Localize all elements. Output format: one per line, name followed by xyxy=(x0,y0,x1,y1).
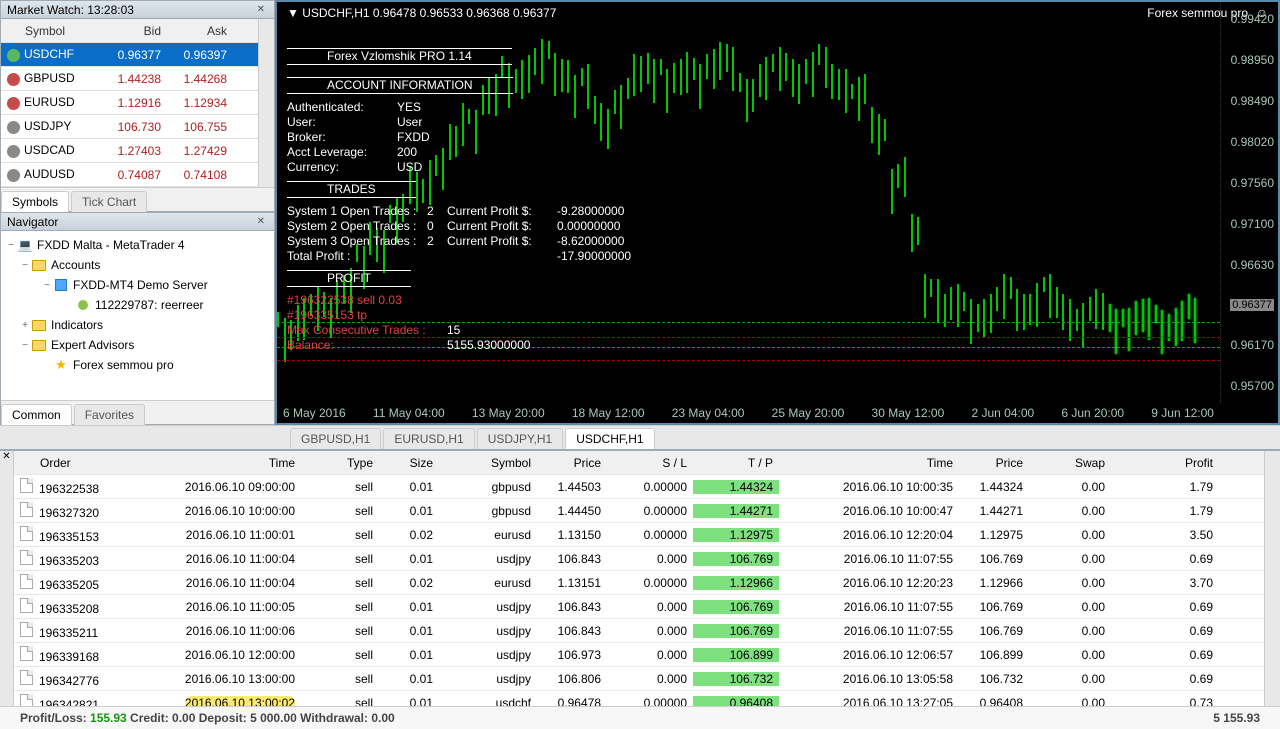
table-row[interactable]: 196339168 2016.06.10 12:00:00 sell 0.01 … xyxy=(14,643,1264,667)
document-icon xyxy=(20,526,33,541)
symbol-icon xyxy=(7,169,20,182)
document-icon xyxy=(20,694,33,707)
chart-window[interactable]: ▼ USDCHF,H1 0.96478 0.96533 0.96368 0.96… xyxy=(275,0,1280,425)
symbol-icon xyxy=(7,145,20,158)
table-row[interactable]: 196335211 2016.06.10 11:00:06 sell 0.01 … xyxy=(14,619,1264,643)
col-price[interactable]: Price xyxy=(537,456,607,470)
terminal-icon: 💻 xyxy=(17,237,33,253)
table-row[interactable]: 196322538 2016.06.10 09:00:00 sell 0.01 … xyxy=(14,475,1264,499)
star-icon: ★ xyxy=(53,357,69,373)
document-icon xyxy=(20,502,33,517)
table-row[interactable]: 196335205 2016.06.10 11:00:04 sell 0.02 … xyxy=(14,571,1264,595)
document-icon xyxy=(20,622,33,637)
folder-icon xyxy=(31,317,47,333)
navigator-panel: Navigator ✕ −💻FXDD Malta - MetaTrader 4 … xyxy=(0,212,275,425)
document-icon xyxy=(20,646,33,661)
symbol-icon xyxy=(7,121,20,134)
col-symbol[interactable]: Symbol xyxy=(1,24,101,38)
nav-indicators[interactable]: +Indicators xyxy=(1,315,274,335)
col-symbol[interactable]: Symbol xyxy=(439,456,537,470)
document-icon xyxy=(20,670,33,685)
close-icon[interactable]: ✕ xyxy=(254,4,268,15)
col-swap[interactable]: Swap xyxy=(1029,456,1111,470)
col-tp[interactable]: T / P xyxy=(693,456,779,470)
market-watch-title: Market Watch: 13:28:03 xyxy=(7,3,134,17)
market-watch-row[interactable]: USDCHF0.963770.96397 xyxy=(1,43,258,67)
folder-icon xyxy=(31,337,47,353)
overlay-section-profit: PROFIT xyxy=(287,270,411,287)
navigator-tabs: Common Favorites xyxy=(1,400,274,424)
market-watch-title-bar[interactable]: Market Watch: 13:28:03 ✕ xyxy=(1,1,274,19)
price-scale: 0.994200.989500.984900.980200.975600.971… xyxy=(1220,2,1278,403)
navigator-tree: −💻FXDD Malta - MetaTrader 4 −Accounts −F… xyxy=(1,231,274,400)
navigator-title-bar[interactable]: Navigator ✕ xyxy=(1,213,274,231)
table-row[interactable]: 196335203 2016.06.10 11:00:04 sell 0.01 … xyxy=(14,547,1264,571)
overlay-title: Forex Vzlomshik PRO 1.14 xyxy=(287,48,512,65)
table-row[interactable]: 196342776 2016.06.10 13:00:00 sell 0.01 … xyxy=(14,667,1264,691)
person-icon xyxy=(75,297,91,313)
chart-tabs-bar: GBPUSD,H1 EURUSD,H1 USDJPY,H1 USDCHF,H1 xyxy=(0,425,1280,449)
document-icon xyxy=(20,574,33,589)
tab-usdchf[interactable]: USDCHF,H1 xyxy=(565,428,654,449)
tab-eurusd[interactable]: EURUSD,H1 xyxy=(383,428,474,449)
nav-accounts[interactable]: −Accounts xyxy=(1,255,274,275)
col-ask[interactable]: Ask xyxy=(167,24,233,38)
overlay-section-trades: TRADES xyxy=(287,181,416,198)
market-watch-row[interactable]: USDJPY106.730106.755 xyxy=(1,115,258,139)
market-watch-header[interactable]: Symbol Bid Ask xyxy=(1,19,258,43)
close-icon[interactable]: ✕ xyxy=(254,216,268,227)
nav-ea-item[interactable]: ★Forex semmou pro xyxy=(1,355,274,375)
col-sl[interactable]: S / L xyxy=(607,456,693,470)
col-price2[interactable]: Price xyxy=(959,456,1029,470)
table-row[interactable]: 196335153 2016.06.10 11:00:01 sell 0.02 … xyxy=(14,523,1264,547)
col-time2[interactable]: Time xyxy=(779,456,959,470)
tab-gbpusd[interactable]: GBPUSD,H1 xyxy=(290,428,381,449)
chart-overlay: Forex Vzlomshik PRO 1.14 ACCOUNT INFORMA… xyxy=(287,42,631,353)
table-row[interactable]: 196335208 2016.06.10 11:00:05 sell 0.01 … xyxy=(14,595,1264,619)
col-size[interactable]: Size xyxy=(379,456,439,470)
col-time[interactable]: Time xyxy=(121,456,301,470)
overlay-section-acct: ACCOUNT INFORMATION xyxy=(287,77,513,94)
table-row[interactable]: 196327320 2016.06.10 10:00:00 sell 0.01 … xyxy=(14,499,1264,523)
tab-tick-chart[interactable]: Tick Chart xyxy=(71,191,147,212)
market-watch-row[interactable]: EURUSD1.129161.12934 xyxy=(1,91,258,115)
nav-expert-advisors[interactable]: −Expert Advisors xyxy=(1,335,274,355)
tab-usdjpy[interactable]: USDJPY,H1 xyxy=(477,428,563,449)
col-order[interactable]: Order xyxy=(14,456,121,470)
terminal-panel: ✕ Order Time Type Size Symbol Price S / … xyxy=(0,449,1280,729)
symbol-icon xyxy=(7,49,20,62)
document-icon xyxy=(20,478,33,493)
table-row[interactable]: 196342821 2016.06.10 13:00:02 sell 0.01 … xyxy=(14,691,1264,706)
chart-title: ▼ USDCHF,H1 0.96478 0.96533 0.96368 0.96… xyxy=(287,6,556,20)
document-icon xyxy=(20,598,33,613)
nav-account-number[interactable]: 112229787: reerreer xyxy=(1,295,274,315)
server-icon xyxy=(53,277,69,293)
market-watch-panel: Market Watch: 13:28:03 ✕ Symbol Bid Ask … xyxy=(0,0,275,212)
terminal-headers[interactable]: Order Time Type Size Symbol Price S / L … xyxy=(14,451,1264,475)
market-watch-tabs: Symbols Tick Chart xyxy=(1,187,274,211)
tab-symbols[interactable]: Symbols xyxy=(1,191,69,212)
symbol-icon xyxy=(7,97,20,110)
tab-favorites[interactable]: Favorites xyxy=(74,404,145,425)
symbol-icon xyxy=(7,73,20,86)
nav-demo-server[interactable]: −FXDD-MT4 Demo Server xyxy=(1,275,274,295)
terminal-footer: Profit/Loss: 155.93 Credit: 0.00 Deposit… xyxy=(0,706,1280,729)
navigator-title: Navigator xyxy=(7,215,58,229)
col-bid[interactable]: Bid xyxy=(101,24,167,38)
document-icon xyxy=(20,550,33,565)
close-icon[interactable]: ✕ xyxy=(0,451,14,706)
scrollbar[interactable] xyxy=(258,19,274,187)
col-profit[interactable]: Profit xyxy=(1111,456,1219,470)
scrollbar[interactable] xyxy=(1264,451,1280,706)
tab-common[interactable]: Common xyxy=(1,404,72,425)
trade-line-red xyxy=(277,360,1220,361)
folder-icon xyxy=(31,257,47,273)
nav-root[interactable]: −💻FXDD Malta - MetaTrader 4 xyxy=(1,235,274,255)
col-type[interactable]: Type xyxy=(301,456,379,470)
time-scale: 6 May 201611 May 04:0013 May 20:0018 May… xyxy=(277,403,1220,423)
market-watch-row[interactable]: USDCAD1.274031.27429 xyxy=(1,139,258,163)
market-watch-row[interactable]: AUDUSD0.740870.74108 xyxy=(1,163,258,187)
market-watch-row[interactable]: GBPUSD1.442381.44268 xyxy=(1,67,258,91)
